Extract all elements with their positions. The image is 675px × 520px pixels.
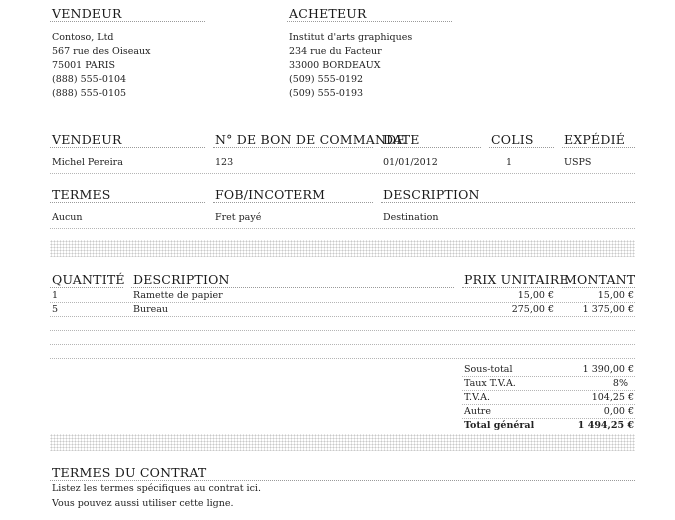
buyer-phone-2: (509) 555-0193 — [289, 88, 364, 99]
tax-value: 104,25 € — [591, 392, 634, 403]
item-1-unit-price: 15,00 € — [517, 290, 554, 301]
divider — [287, 21, 452, 22]
divider — [50, 287, 123, 288]
divider — [462, 418, 635, 419]
unit-price-header: PRIX UNITAIRE — [464, 272, 569, 287]
separator-band — [50, 240, 635, 257]
order-packages-header: COLIS — [491, 132, 534, 147]
quantity-header: QUANTITÉ — [52, 272, 125, 287]
divider — [381, 147, 481, 148]
description-value: Destination — [383, 212, 439, 223]
grand-total-label: Total général — [464, 420, 535, 431]
divider — [462, 404, 635, 405]
tax-rate-label: Taux T.V.A. — [464, 378, 516, 389]
item-description-header: DESCRIPTION — [133, 272, 230, 287]
item-2-unit-price: 275,00 € — [511, 304, 554, 315]
fob-value: Fret payé — [215, 212, 262, 223]
divider — [50, 302, 635, 303]
contract-heading: TERMES DU CONTRAT — [52, 465, 207, 480]
divider — [489, 147, 554, 148]
amount-header: MONTANT — [564, 272, 636, 287]
divider — [462, 287, 554, 288]
other-value: 0,00 € — [603, 406, 634, 417]
seller-phone-1: (888) 555-0104 — [52, 74, 127, 85]
seller-heading: VENDEUR — [52, 6, 122, 21]
contract-line-1: Listez les termes spécifiques au contrat… — [52, 483, 261, 494]
buyer-company: Institut d'arts graphiques — [289, 32, 413, 43]
order-po-value: 123 — [215, 157, 234, 168]
divider — [50, 316, 635, 317]
description-header: DESCRIPTION — [383, 187, 480, 202]
subtotal-value: 1 390,00 € — [582, 364, 634, 375]
divider — [50, 480, 635, 481]
divider — [462, 376, 635, 377]
divider — [462, 390, 635, 391]
divider — [50, 202, 205, 203]
order-po-header: N° DE BON DE COMMANDE — [215, 132, 406, 147]
other-label: Autre — [464, 406, 491, 417]
item-2-amount: 1 375,00 € — [582, 304, 634, 315]
item-2-quantity: 5 — [52, 304, 59, 315]
subtotal-label: Sous-total — [464, 364, 513, 375]
separator-band — [50, 434, 635, 451]
order-vendor-value: Michel Pereira — [52, 157, 123, 168]
item-2-description: Bureau — [133, 304, 169, 315]
seller-street: 567 rue des Oiseaux — [52, 46, 151, 57]
order-vendor-header: VENDEUR — [52, 132, 122, 147]
terms-header: TERMES — [52, 187, 111, 202]
divider — [381, 202, 635, 203]
divider — [562, 147, 635, 148]
seller-company: Contoso, Ltd — [52, 32, 114, 43]
buyer-street: 234 rue du Facteur — [289, 46, 382, 57]
grand-total-value: 1 494,25 € — [577, 420, 634, 431]
order-shipped-value: USPS — [564, 157, 592, 168]
tax-label: T.V.A. — [464, 392, 491, 403]
fob-header: FOB/INCOTERM — [215, 187, 326, 202]
item-1-description: Ramette de papier — [133, 290, 223, 301]
divider — [50, 228, 635, 229]
buyer-heading: ACHETEUR — [289, 6, 367, 21]
divider — [213, 147, 373, 148]
divider — [50, 21, 205, 22]
contract-line-2: Vous pouvez aussi utiliser cette ligne. — [52, 498, 234, 509]
terms-value: Aucun — [52, 212, 83, 223]
seller-phone-2: (888) 555-0105 — [52, 88, 127, 99]
divider — [131, 287, 454, 288]
item-1-amount: 15,00 € — [597, 290, 634, 301]
buyer-phone-1: (509) 555-0192 — [289, 74, 364, 85]
divider — [213, 202, 373, 203]
order-date-header: DATE — [383, 132, 420, 147]
order-date-value: 01/01/2012 — [383, 157, 438, 168]
tax-rate-value: 8% — [612, 378, 628, 389]
buyer-city: 33000 BORDEAUX — [289, 60, 381, 71]
item-1-quantity: 1 — [52, 290, 59, 301]
table-row-empty — [50, 330, 635, 331]
seller-city: 75001 PARIS — [52, 60, 116, 71]
divider — [50, 147, 205, 148]
table-row-empty — [50, 344, 635, 345]
order-packages-value: 1 — [506, 157, 513, 168]
order-shipped-header: EXPÉDIÉ — [564, 132, 626, 147]
divider — [562, 287, 635, 288]
table-row-empty — [50, 358, 635, 359]
divider — [50, 173, 635, 174]
